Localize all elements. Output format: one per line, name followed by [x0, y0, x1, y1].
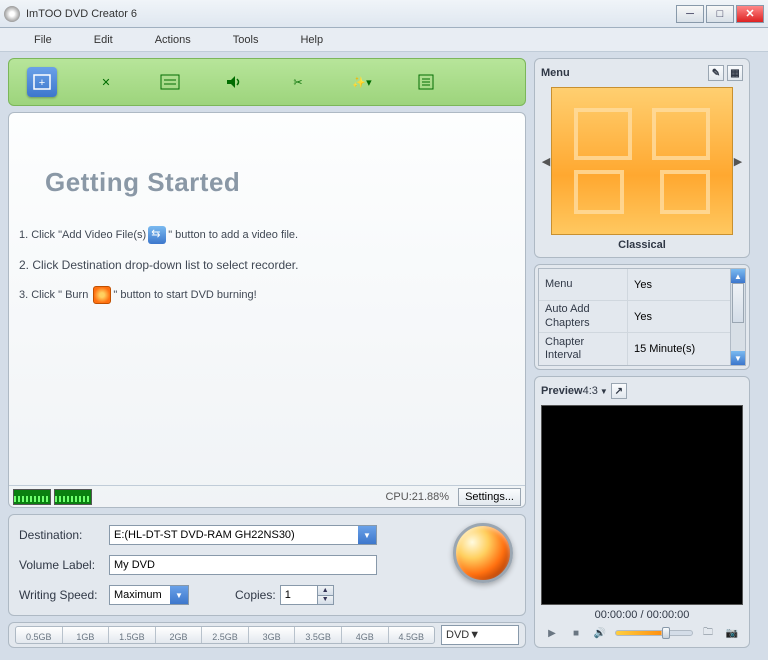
writing-speed-label: Writing Speed: — [19, 588, 103, 602]
writing-speed-combo[interactable]: Maximum▼ — [109, 585, 189, 605]
template-name: Classical — [541, 239, 743, 251]
size-ruler: 0.5GB 1GB 1.5GB 2GB 2.5GB 3GB 3.5GB 4GB … — [15, 626, 435, 644]
chevron-down-icon: ▼ — [600, 387, 608, 396]
add-video-inline-icon — [148, 226, 166, 244]
chevron-down-icon: ▼ — [170, 586, 188, 604]
cpu-label: CPU:21.88% — [385, 491, 449, 503]
chapter-icon[interactable] — [411, 67, 441, 97]
cpu-graph-1 — [13, 489, 51, 505]
status-bar: CPU:21.88% Settings... — [9, 485, 525, 507]
fullscreen-button[interactable]: ↗ — [611, 383, 627, 399]
aspect-ratio[interactable]: 4:3 — [583, 385, 598, 397]
menu-file[interactable]: File — [34, 34, 52, 46]
props-scrollbar[interactable]: ▲ ▼ — [730, 268, 746, 366]
preview-screen — [541, 405, 743, 605]
chevron-down-icon: ▼ — [469, 629, 480, 641]
step-2: 2. Click Destination drop-down list to s… — [19, 258, 507, 272]
cpu-graph-2 — [54, 489, 92, 505]
menu-help[interactable]: Help — [300, 34, 323, 46]
clip-icon[interactable]: ✂ — [283, 67, 313, 97]
prev-template-button[interactable]: ◀ — [541, 151, 551, 171]
copies-stepper[interactable]: 1 ▲▼ — [280, 585, 334, 605]
burn-button[interactable] — [453, 523, 513, 583]
destination-combo[interactable]: E:(HL-DT-ST DVD-RAM GH22NS30)▼ — [109, 525, 377, 545]
titlebar: ImTOO DVD Creator 6 ─ □ ✕ — [0, 0, 768, 28]
next-template-button[interactable]: ▶ — [733, 151, 743, 171]
app-icon — [4, 6, 20, 22]
menu-header: Menu — [541, 67, 570, 79]
volume-slider[interactable] — [615, 630, 693, 636]
audio-icon[interactable] — [219, 67, 249, 97]
menu-panel: Menu ✎ ▦ ◀ ▶ Classical — [534, 58, 750, 258]
destination-label: Destination: — [19, 528, 103, 542]
templates-button[interactable]: ▦ — [727, 65, 743, 81]
settings-button[interactable]: Settings... — [458, 488, 521, 506]
disc-type-combo[interactable]: DVD▼ — [441, 625, 519, 645]
preview-header: Preview — [541, 385, 583, 397]
preview-time: 00:00:00 / 00:00:00 — [541, 609, 743, 621]
volume-icon[interactable]: 🔊 — [591, 625, 609, 641]
burn-inline-icon — [93, 286, 111, 304]
menu-actions[interactable]: Actions — [155, 34, 191, 46]
play-button[interactable]: ▶ — [543, 625, 561, 641]
scroll-down-icon[interactable]: ▼ — [731, 351, 745, 365]
snapshot-button[interactable]: 📷 — [723, 625, 741, 641]
volume-label-label: Volume Label: — [19, 558, 103, 572]
burn-settings-panel: Destination: E:(HL-DT-ST DVD-RAM GH22NS3… — [8, 514, 526, 616]
content-area: Getting Started 1. Click "Add Video File… — [8, 112, 526, 508]
edit-menu-button[interactable]: ✎ — [708, 65, 724, 81]
chevron-down-icon: ▼ — [358, 526, 376, 544]
menu-edit[interactable]: Edit — [94, 34, 113, 46]
window-title: ImTOO DVD Creator 6 — [26, 8, 676, 20]
properties-panel: MenuYes Auto Add ChaptersYes Chapter Int… — [534, 264, 750, 370]
snapshot-folder-button[interactable]: 🗀 — [699, 625, 717, 641]
stop-button[interactable]: ■ — [567, 625, 585, 641]
toolbar: + ✕ ✂ ✨▾ — [8, 58, 526, 106]
playback-controls: ▶ ■ 🔊 🗀 📷 — [541, 625, 743, 641]
copies-label: Copies: — [235, 588, 276, 602]
subtitle-icon[interactable] — [155, 67, 185, 97]
add-video-icon[interactable]: + — [27, 67, 57, 97]
step-3: 3. Click " Burn " button to start DVD bu… — [19, 286, 507, 304]
getting-started-heading: Getting Started — [45, 167, 507, 198]
stepper-up-icon[interactable]: ▲ — [317, 586, 333, 596]
stepper-down-icon[interactable]: ▼ — [317, 596, 333, 605]
close-button[interactable]: ✕ — [736, 5, 764, 23]
effects-icon[interactable]: ✨▾ — [347, 67, 377, 97]
minimize-button[interactable]: ─ — [676, 5, 704, 23]
maximize-button[interactable]: □ — [706, 5, 734, 23]
volume-label-input[interactable]: My DVD — [109, 555, 377, 575]
preview-panel: Preview 4:3 ▼ ↗ 00:00:00 / 00:00:00 ▶ ■ … — [534, 376, 750, 648]
step-1: 1. Click "Add Video File(s)" button to a… — [19, 226, 507, 244]
delete-icon[interactable]: ✕ — [91, 67, 121, 97]
menubar: File Edit Actions Tools Help — [0, 28, 768, 52]
scroll-up-icon[interactable]: ▲ — [731, 269, 745, 283]
menu-thumbnail[interactable] — [551, 87, 733, 235]
disc-size-bar: 0.5GB 1GB 1.5GB 2GB 2.5GB 3GB 3.5GB 4GB … — [8, 622, 526, 648]
menu-tools[interactable]: Tools — [233, 34, 259, 46]
svg-text:+: + — [39, 77, 45, 89]
